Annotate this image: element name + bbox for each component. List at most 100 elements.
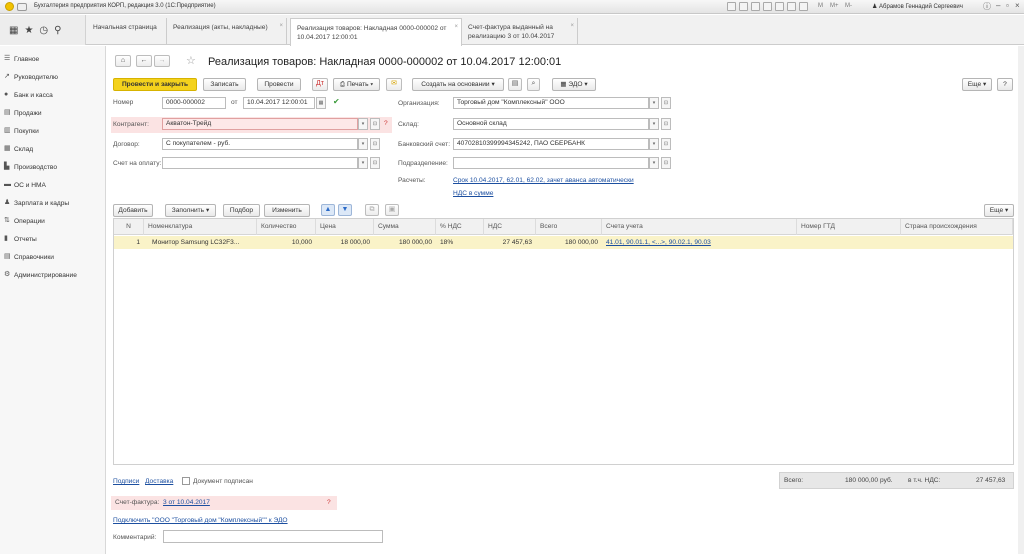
main-menu-icon[interactable] [17,3,27,11]
apps-grid-icon[interactable]: ▦ [9,25,18,36]
sidebar-item-operations[interactable]: ⇅ Операции [0,213,106,230]
change-button[interactable]: Изменить [264,204,310,217]
contractor-question-icon[interactable]: ? [384,120,388,127]
memory-m-plus-button[interactable]: M+ [830,3,839,9]
sidebar-item-manager[interactable]: ↗ Руководителю [0,69,106,86]
invoice-link[interactable]: 3 от 10.04.2017 [163,499,210,506]
contractor-dropdown[interactable]: ▾ [358,118,368,130]
post-and-close-button[interactable]: Провести и закрыть [113,78,197,91]
invoice-pay-field[interactable] [162,157,358,169]
restore-icon[interactable]: ▫ [1006,1,1009,10]
col-total[interactable]: Всего [536,219,602,235]
more-button[interactable]: Еще ▾ [962,78,992,91]
tab-sales-doc[interactable]: Реализация товаров: Накладная 0000-00000… [290,18,462,46]
table-row[interactable]: 1 Монитор Samsung LC32F3... 10,000 18 00… [114,236,1013,249]
sidebar-item-production[interactable]: ▙ Производство [0,159,106,176]
sidebar-item-admin[interactable]: ⚙ Администрирование [0,267,106,284]
close-icon[interactable]: × [1015,1,1020,10]
contractor-open[interactable]: ⊡ [370,118,380,130]
invoice-pay-dropdown[interactable]: ▾ [358,157,368,169]
favorites-icon[interactable] [787,2,796,11]
memory-m-button[interactable]: M [818,3,823,9]
tab-sales-list[interactable]: Реализация (акты, накладные) × [167,18,287,45]
date-field[interactable]: 10.04.2017 12:00:01 [243,97,315,109]
add-button[interactable]: Добавить [113,204,153,217]
scrollbar[interactable] [1018,46,1024,554]
create-based-on-button[interactable]: Создать на основании ▾ [412,78,504,91]
col-n[interactable]: N [114,219,144,235]
col-price[interactable]: Цена [316,219,374,235]
col-accounts[interactable]: Счета учета [602,219,797,235]
division-field[interactable] [453,157,649,169]
sidebar-item-reports[interactable]: ▮ Отчеты [0,231,106,248]
print-button[interactable]: ⎙ Печать ▾ [333,78,380,91]
vat-in-sum-link[interactable]: НДС в сумме [453,190,493,197]
paste-icon[interactable]: ▣ [385,204,399,216]
signatures-link[interactable]: Подписи [113,478,139,485]
forward-button[interactable]: → [154,55,170,67]
sidebar-item-bank[interactable]: ● Банк и касса [0,87,106,104]
mail-icon[interactable]: ✉ [386,78,402,91]
bank-open[interactable]: ⊡ [661,138,671,150]
contract-field[interactable]: С покупателем - руб. [162,138,358,150]
number-field[interactable]: 0000-000002 [162,97,226,109]
close-tab-icon[interactable]: × [279,22,283,31]
journal-icon[interactable]: Дт [312,78,328,91]
home-button[interactable]: ⌂ [115,55,131,67]
fill-button[interactable]: Заполнить ▾ [165,204,216,217]
cell-total[interactable]: 180 000,00 [536,236,602,249]
close-tab-icon[interactable]: × [570,22,574,31]
cell-quantity[interactable]: 10,000 [257,236,316,249]
contract-dropdown[interactable]: ▾ [358,138,368,150]
tab-invoice[interactable]: Счет-фактура выданный на реализацию 3 от… [462,18,578,45]
col-vat-rate[interactable]: % НДС [436,219,484,235]
post-button[interactable]: Провести [257,78,301,91]
link-icon[interactable] [799,2,808,11]
sidebar-item-payroll[interactable]: ♟ Зарплата и кадры [0,195,106,212]
signed-checkbox[interactable] [182,477,190,485]
division-open[interactable]: ⊡ [661,157,671,169]
sidebar-item-warehouse[interactable]: ▦ Склад [0,141,106,158]
favorite-star-icon[interactable]: ☆ [186,54,196,67]
col-sum[interactable]: Сумма [374,219,436,235]
move-down-icon[interactable]: ▼ [338,204,352,216]
calendar-button[interactable]: ▦ [316,97,326,109]
cell-country[interactable] [905,236,1013,249]
org-open[interactable]: ⊡ [661,97,671,109]
settlements-link[interactable]: Срок 10.04.2017, 62.01, 62.02, зачет ава… [453,177,634,184]
delivery-link[interactable]: Доставка [145,478,173,485]
warehouse-dropdown[interactable]: ▾ [649,118,659,130]
sidebar-item-assets[interactable]: ▬ ОС и НМА [0,177,106,194]
warehouse-field[interactable]: Основной склад [453,118,649,130]
contract-open[interactable]: ⊡ [370,138,380,150]
history-icon[interactable] [775,2,784,11]
col-gtd[interactable]: Номер ГТД [797,219,901,235]
cell-price[interactable]: 18 000,00 [316,236,374,249]
col-nomenclature[interactable]: Номенклатура [144,219,257,235]
cell-sum[interactable]: 180 000,00 [374,236,436,249]
doc-structure-icon[interactable]: ▤ [508,78,522,91]
calculator-icon[interactable] [727,2,736,11]
cell-gtd[interactable] [801,236,901,249]
search-icon[interactable]: ⚲ [54,25,61,36]
calendar-icon[interactable] [739,2,748,11]
favorites-star-icon[interactable]: ★ [24,25,33,36]
col-vat[interactable]: НДС [484,219,536,235]
cell-accounts[interactable]: 41.01, 90.01.1, <...>, 90.02.1, 90.03 [606,236,797,249]
sidebar-item-main[interactable]: ☰ Главное [0,51,106,68]
close-tab-icon[interactable]: × [454,23,458,32]
edo-button[interactable]: ▦ ЭДО ▾ [552,78,596,91]
bank-field[interactable]: 40702810399994345242, ПАО СБЕРБАНК [453,138,649,150]
info-icon[interactable]: ⓘ [983,1,991,12]
back-button[interactable]: ← [136,55,152,67]
sidebar-item-sales[interactable]: ▤ Продажи [0,105,106,122]
memory-m-minus-button[interactable]: M- [845,3,852,9]
comment-field[interactable] [163,530,383,543]
move-up-icon[interactable]: ▲ [321,204,335,216]
save-button[interactable]: Записать [203,78,246,91]
attachment-icon[interactable]: ⌕ [527,78,540,91]
col-quantity[interactable]: Количество [257,219,316,235]
help-button[interactable]: ? [997,78,1013,91]
cell-nomenclature[interactable]: Монитор Samsung LC32F3... [152,236,255,249]
col-country[interactable]: Страна происхождения [901,219,1013,235]
